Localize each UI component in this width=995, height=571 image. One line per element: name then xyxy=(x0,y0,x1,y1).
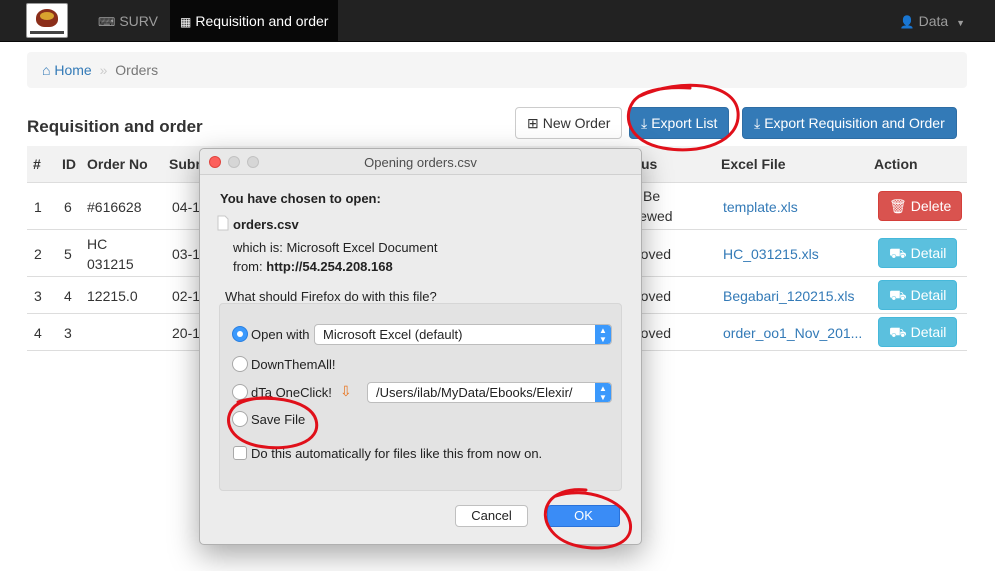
red-annotation-marks xyxy=(227,83,740,550)
